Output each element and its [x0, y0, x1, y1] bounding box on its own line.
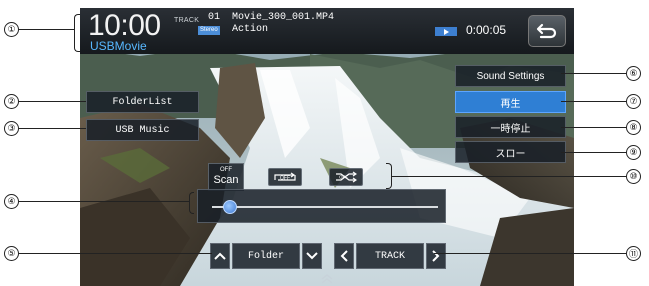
sound-settings-button[interactable]: Sound Settings [455, 65, 566, 87]
track-next-button[interactable] [426, 243, 446, 269]
track-prev-button[interactable] [334, 243, 354, 269]
callout-5-line [19, 253, 212, 254]
scan-label: Scan [213, 174, 239, 186]
callout-4-bracket [189, 192, 194, 214]
video-player-screen: 10:00 USBMovie TRACK 01 Movie_300_001.MP… [80, 8, 574, 286]
callout-11-line [434, 253, 626, 254]
repeat-state: OFF [280, 176, 290, 182]
callout-1-line [19, 29, 74, 30]
callout-6-line [561, 73, 626, 74]
seek-track [212, 206, 438, 208]
track-number: 01 [208, 12, 221, 23]
callout-4: ④ [4, 194, 19, 209]
shuffle-button[interactable]: OFF [329, 168, 363, 186]
usb-music-button[interactable]: USB Music [86, 119, 199, 141]
callout-6: ⑥ [626, 66, 641, 81]
callout-1: ① [4, 22, 19, 37]
header-bar: 10:00 USBMovie TRACK 01 Movie_300_001.MP… [80, 8, 574, 54]
repeat-icon: OFF [274, 172, 296, 182]
slow-button[interactable]: スロー [455, 141, 566, 163]
callout-3-line [19, 128, 86, 129]
svg-text:OFF: OFF [339, 175, 348, 180]
chevron-up-icon [214, 252, 226, 260]
chevron-left-icon [340, 250, 348, 262]
callout-2: ② [4, 94, 19, 109]
callout-3: ③ [4, 121, 19, 136]
back-return-icon [536, 23, 557, 39]
back-button[interactable] [528, 15, 566, 47]
file-name: Movie_300_001.MP4 [232, 12, 335, 23]
callout-1-bracket [74, 14, 80, 52]
callout-9-line [561, 152, 626, 153]
callout-7-line [561, 101, 626, 102]
repeat-button[interactable]: OFF [268, 168, 302, 186]
scan-button[interactable]: OFF Scan [208, 163, 244, 191]
callout-11: ⑪ [626, 246, 641, 261]
stereo-badge: Stereo [198, 26, 220, 35]
callout-2-line [19, 101, 86, 102]
callout-4-line [19, 201, 189, 202]
seek-knob[interactable] [223, 200, 238, 214]
shuffle-icon: OFF [336, 171, 357, 183]
genre: Action [232, 24, 269, 35]
elapsed-time: 0:00:05 [466, 23, 507, 37]
callout-5: ⑤ [4, 246, 19, 261]
track-label-box: TRACK [356, 243, 424, 269]
callout-9: ⑨ [626, 145, 641, 160]
folder-label: Folder [232, 243, 300, 269]
scan-state: OFF [220, 167, 232, 173]
seek-bar[interactable] [197, 189, 446, 223]
clock: 10:00 [88, 9, 161, 42]
play-button[interactable]: 再生 [455, 91, 566, 113]
callout-8-line [561, 127, 626, 128]
chevron-down-icon [306, 252, 318, 260]
callout-8: ⑧ [626, 120, 641, 135]
double-chevron-up-icon [321, 274, 333, 284]
more-controls-tab[interactable] [307, 272, 347, 286]
folder-down-button[interactable] [302, 243, 322, 269]
pause-button[interactable]: 一時停止 [455, 116, 566, 138]
callout-10-line [392, 176, 626, 177]
chevron-right-icon [432, 250, 440, 262]
track-label: TRACK [174, 17, 200, 24]
play-icon [435, 27, 457, 36]
callout-10: ⑩ [626, 169, 641, 184]
source-name: USBMovie [90, 39, 147, 53]
folder-up-button[interactable] [210, 243, 230, 269]
callout-7: ⑦ [626, 94, 641, 109]
folder-list-button[interactable]: FolderList [86, 91, 199, 113]
